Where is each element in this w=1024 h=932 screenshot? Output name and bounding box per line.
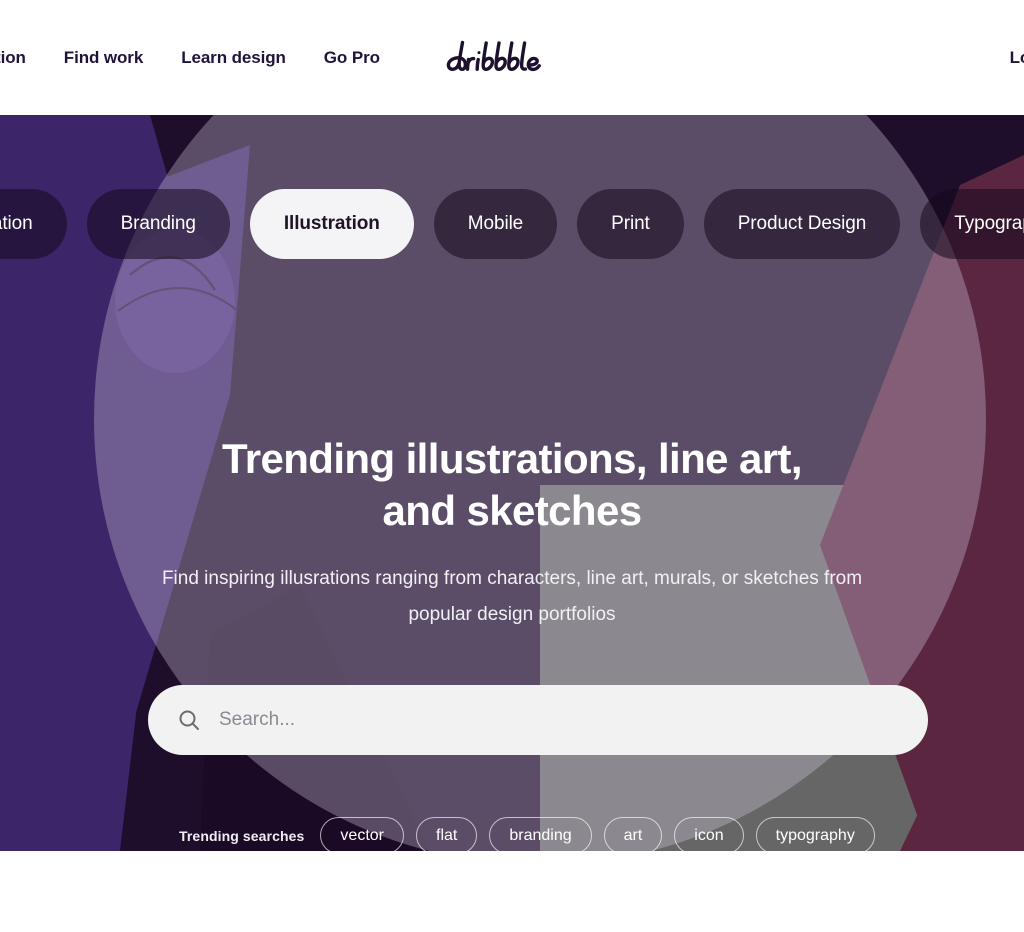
trending-searches-label: Trending searches [179,827,305,844]
nav-item-inspiration[interactable]: Inspiration [0,48,26,68]
category-pill-typography[interactable]: Typography [920,189,1024,259]
trending-tag-icon[interactable]: icon [674,817,744,851]
search-input[interactable] [219,700,900,740]
page-body-below-hero [0,851,1024,932]
nav-item-log-in[interactable]: Log in [1010,48,1024,68]
nav-item-learn-design[interactable]: Learn design [181,48,286,68]
category-pill-mobile[interactable]: Mobile [433,189,558,259]
search-bar[interactable] [148,685,928,755]
nav-item-find-work[interactable]: Find work [64,48,143,68]
nav-item-go-pro[interactable]: Go Pro [324,48,380,68]
secondary-nav-right: Log in [1010,0,1024,115]
category-pill-branding[interactable]: Branding [86,189,230,259]
trending-tag-art[interactable]: art [603,817,663,851]
hero-subheading-line-2: popular design portfolios [408,604,616,625]
hero-subheading-line-1: Find inspiring illusrations ranging from… [161,568,863,589]
category-pill-product-design[interactable]: Product Design [703,189,901,259]
trending-tag-branding[interactable]: branding [489,817,592,851]
trending-searches: Trending searches vector flat branding a… [179,817,875,851]
hero-section: Animation Branding Illustration Mobile P… [0,115,1024,851]
trending-tag-typography[interactable]: typography [755,817,875,851]
hero-subheading: Find inspiring illusrations ranging from… [0,561,1024,633]
hero-content: Animation Branding Illustration Mobile P… [0,115,1024,851]
hero-headline-line-2: and sketches [382,487,643,534]
category-pill-animation[interactable]: Animation [0,189,67,259]
category-pill-illustration[interactable]: Illustration [249,189,414,259]
trending-tag-flat[interactable]: flat [416,817,478,851]
hero-headline-line-1: Trending illustrations, line art, [222,435,803,482]
site-header: Inspiration Find work Learn design Go Pr… [0,0,1024,115]
primary-nav-left: Inspiration Find work Learn design Go Pr… [0,0,380,115]
category-pill-print[interactable]: Print [577,189,684,259]
dribbble-logo[interactable] [438,34,586,80]
trending-tag-vector[interactable]: vector [320,817,404,851]
search-icon [176,707,202,733]
hero-headline: Trending illustrations, line art, and sk… [0,433,1024,537]
dribbble-wordmark-icon [446,40,541,72]
category-filter-row: Animation Branding Illustration Mobile P… [0,189,1024,259]
